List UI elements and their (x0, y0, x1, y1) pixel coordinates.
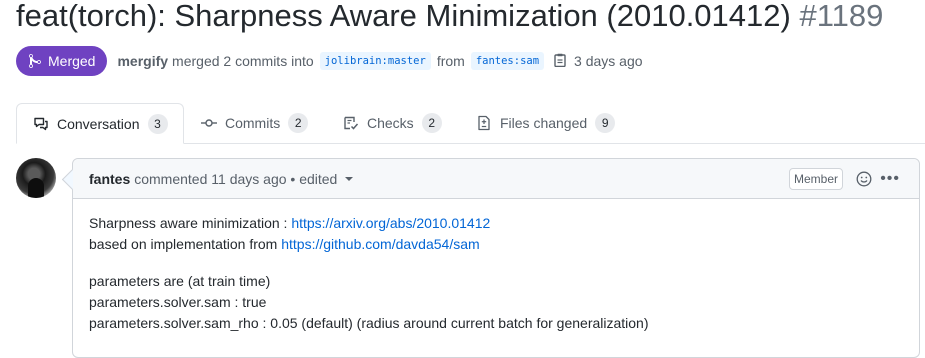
body-line-4: parameters.solver.sam : true (89, 294, 267, 310)
smiley-icon[interactable] (856, 171, 872, 190)
comment-discussion-icon (33, 116, 49, 132)
git-commit-icon (201, 115, 217, 131)
arxiv-link[interactable]: https://arxiv.org/abs/2010.01412 (291, 215, 490, 231)
merged-state-label: Merged (48, 53, 96, 69)
head-branch-label[interactable]: fantes:sam (470, 52, 545, 70)
body-line-1-text: Sharpness aware minimization : (89, 215, 292, 231)
tab-conversation-label: Conversation (57, 115, 140, 132)
pr-number: #1189 (799, 0, 884, 33)
body-line-5: parameters.solver.sam_rho : 0.05 (defaul… (89, 315, 649, 331)
body-line-3: parameters are (at train time) (89, 273, 271, 289)
pr-tabs: Conversation 3 Commits 2 Checks 2 Files … (16, 103, 925, 144)
merge-time: 3 days ago (574, 53, 643, 69)
avatar[interactable] (16, 158, 56, 198)
member-badge: Member (788, 168, 843, 190)
merge-action-text: merged 2 commits into (172, 53, 314, 69)
tab-commits[interactable]: Commits 2 (201, 103, 309, 143)
body-line-1: Sharpness aware minimization : https://a… (89, 213, 649, 234)
merger-username-link[interactable]: mergify (117, 53, 168, 69)
tab-files-changed-label: Files changed (500, 115, 588, 131)
from-text: from (436, 53, 465, 69)
tab-checks-count: 2 (421, 113, 442, 133)
kebab-menu-icon[interactable]: ••• (880, 170, 900, 188)
tab-files-changed[interactable]: Files changed 9 (476, 103, 616, 143)
base-branch-label[interactable]: jolibrain:master (319, 52, 431, 70)
git-merge-icon (29, 53, 41, 69)
tab-checks-label: Checks (367, 115, 414, 131)
comment-header: fantes commented 11 days ago • edited Me… (73, 159, 919, 199)
pr-title-text: feat(torch): Sharpness Aware Minimizatio… (16, 0, 791, 33)
tab-commits-label: Commits (225, 115, 281, 131)
github-link[interactable]: https://github.com/davda54/sam (281, 236, 479, 252)
merged-state-badge: Merged (16, 46, 108, 76)
tab-conversation-count: 3 (147, 113, 168, 134)
tab-commits-count: 2 (288, 113, 309, 133)
pr-title: feat(torch): Sharpness Aware Minimizatio… (16, 0, 883, 38)
tab-conversation[interactable]: Conversation 3 (16, 103, 184, 144)
body-line-2: based on implementation from https://git… (89, 234, 649, 255)
tab-checks[interactable]: Checks 2 (343, 103, 442, 143)
copy-clipboard-icon[interactable] (554, 53, 566, 70)
pr-meta: Merged mergify merged 2 commits into jol… (16, 46, 643, 76)
body-line-2-text: based on implementation from (89, 236, 282, 252)
tab-files-changed-count: 9 (595, 113, 616, 133)
checklist-icon (343, 115, 359, 131)
comment-body: Sharpness aware minimization : https://a… (89, 213, 649, 334)
comment-author-link[interactable]: fantes (89, 171, 130, 187)
comment-meta[interactable]: commented 11 days ago • edited (134, 171, 337, 187)
file-diff-icon (476, 115, 492, 131)
chevron-down-icon[interactable] (345, 176, 354, 181)
comment-box: fantes commented 11 days ago • edited Me… (72, 158, 920, 358)
